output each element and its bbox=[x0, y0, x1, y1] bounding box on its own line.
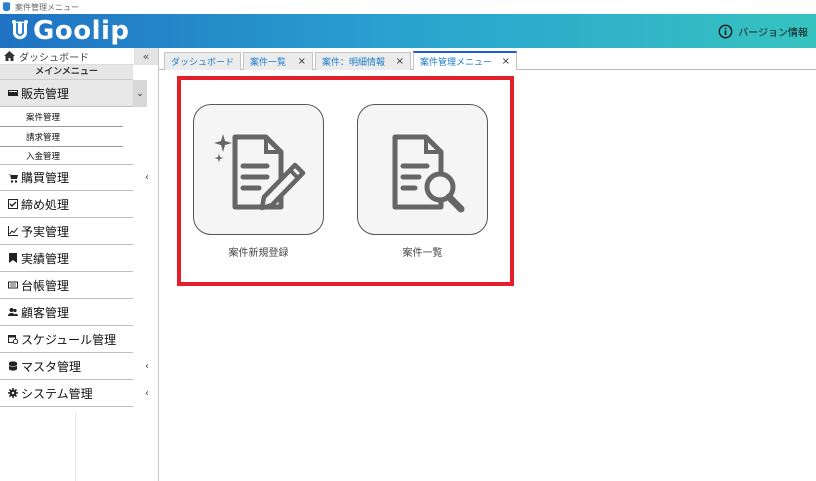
app-logo[interactable]: Goolip bbox=[0, 16, 130, 46]
document-edit-icon bbox=[213, 133, 305, 210]
main-menu-title: メインメニュー bbox=[0, 65, 133, 80]
sidebar-item-schedule[interactable]: スケジュール管理 bbox=[0, 326, 133, 353]
sidebar-item-customers[interactable]: 顧客管理 bbox=[0, 299, 133, 326]
sidebar-top: ダッシュボード « bbox=[0, 47, 158, 65]
sidebar-collapse-button[interactable]: « bbox=[134, 47, 158, 65]
info-icon bbox=[718, 24, 733, 38]
app-icon bbox=[2, 2, 11, 12]
bookmark-icon bbox=[8, 253, 18, 263]
sidebar-item-master[interactable]: マスタ管理 ‹ bbox=[0, 353, 149, 380]
sidebar-item-budget[interactable]: 予実管理 bbox=[0, 218, 133, 245]
sidebar-item-label: 販売管理 bbox=[21, 86, 70, 101]
sidebar-item-label: 購買管理 bbox=[21, 171, 70, 185]
sidebar-item-results[interactable]: 実績管理 bbox=[0, 245, 133, 272]
tab-label: 案件：明細情報 bbox=[322, 58, 386, 68]
version-info-label: バージョン情報 bbox=[738, 27, 808, 39]
register-icon bbox=[8, 88, 18, 98]
tab-project-list[interactable]: 案件一覧 × bbox=[243, 52, 313, 70]
project-list-tile-label: 案件一覧 bbox=[402, 248, 443, 259]
sidebar-item-system[interactable]: システム管理 ‹ bbox=[0, 380, 149, 407]
tab-label: 案件一覧 bbox=[250, 58, 287, 68]
tab-label: ダッシュボード bbox=[171, 58, 235, 68]
sidebar-item-purchasing[interactable]: 購買管理 ‹ bbox=[0, 164, 149, 191]
keyboard-icon bbox=[8, 280, 18, 290]
sidebar-item-label: システム管理 bbox=[21, 386, 93, 401]
close-icon[interactable]: × bbox=[502, 56, 510, 67]
sidebar-item-closing[interactable]: 締め処理 bbox=[0, 191, 133, 218]
app-header: Goolip バージョン情報 bbox=[0, 14, 816, 48]
sidebar-item-label: 台帳管理 bbox=[21, 278, 70, 293]
chevron-left-icon: ‹ bbox=[145, 360, 149, 372]
calendar-icon bbox=[8, 334, 18, 344]
tab-project-menu[interactable]: 案件管理メニュー × bbox=[413, 51, 517, 70]
sidebar-item-sales[interactable]: 販売管理 ⌄ bbox=[0, 80, 147, 107]
close-icon[interactable]: × bbox=[396, 56, 404, 67]
sidebar-item-label: 顧客管理 bbox=[21, 305, 70, 320]
window-titlebar: 案件管理メニュー bbox=[0, 0, 816, 14]
double-chevron-left-icon: « bbox=[142, 49, 150, 63]
database-icon bbox=[8, 361, 18, 371]
close-icon[interactable]: × bbox=[298, 56, 306, 67]
new-project-tile[interactable] bbox=[193, 104, 324, 235]
logo-text: Goolip bbox=[33, 16, 130, 46]
sidebar-subitem-billing[interactable]: 請求管理 bbox=[0, 127, 123, 147]
tab-dashboard[interactable]: ダッシュボード bbox=[164, 52, 241, 70]
sidebar-item-label: マスタ管理 bbox=[21, 359, 82, 374]
sidebar-item-label: 締め処理 bbox=[21, 197, 70, 212]
tab-project-detail[interactable]: 案件：明細情報 × bbox=[315, 52, 411, 70]
sidebar-subitem-payments[interactable]: 入金管理 bbox=[0, 147, 123, 164]
sidebar-item-label: 実績管理 bbox=[21, 251, 70, 266]
document-search-icon bbox=[392, 134, 464, 212]
users-icon bbox=[8, 307, 18, 317]
tab-bar: ダッシュボード 案件一覧 × 案件：明細情報 × 案件管理メニュー × bbox=[159, 48, 816, 70]
chevron-left-icon: ‹ bbox=[145, 172, 149, 183]
sidebar-item-label: スケジュール管理 bbox=[21, 332, 117, 347]
tab-label: 案件管理メニュー bbox=[420, 58, 493, 68]
chevron-left-icon: ‹ bbox=[145, 387, 149, 399]
logo-icon bbox=[12, 20, 28, 40]
checkbox-icon bbox=[8, 199, 18, 209]
gear-icon bbox=[8, 388, 18, 398]
sidebar-item-ledger[interactable]: 台帳管理 bbox=[0, 272, 133, 299]
main-menu: 販売管理 ⌄ 案件管理 請求管理 入金管理 購買管理 ‹ 締め処理 予実管理 実… bbox=[0, 80, 149, 407]
sidebar-subitem-projects[interactable]: 案件管理 bbox=[0, 107, 123, 127]
cart-icon bbox=[8, 173, 18, 183]
home-icon bbox=[4, 51, 15, 61]
sidebar: ダッシュボード « メインメニュー 販売管理 ⌄ 案件管理 請求管理 入金管理 … bbox=[0, 47, 159, 481]
line-chart-icon bbox=[8, 226, 18, 236]
project-list-tile[interactable] bbox=[357, 104, 488, 235]
window-title: 案件管理メニュー bbox=[15, 2, 79, 12]
version-info-button[interactable]: バージョン情報 bbox=[718, 24, 816, 39]
sidebar-divider bbox=[75, 413, 76, 481]
sidebar-dashboard-label: ダッシュボード bbox=[19, 52, 89, 64]
new-project-tile-label: 案件新規登録 bbox=[228, 248, 289, 259]
chevron-down-icon: ⌄ bbox=[133, 80, 147, 107]
sidebar-dashboard-link[interactable]: ダッシュボード bbox=[0, 49, 89, 64]
sidebar-item-label: 予実管理 bbox=[21, 224, 70, 239]
